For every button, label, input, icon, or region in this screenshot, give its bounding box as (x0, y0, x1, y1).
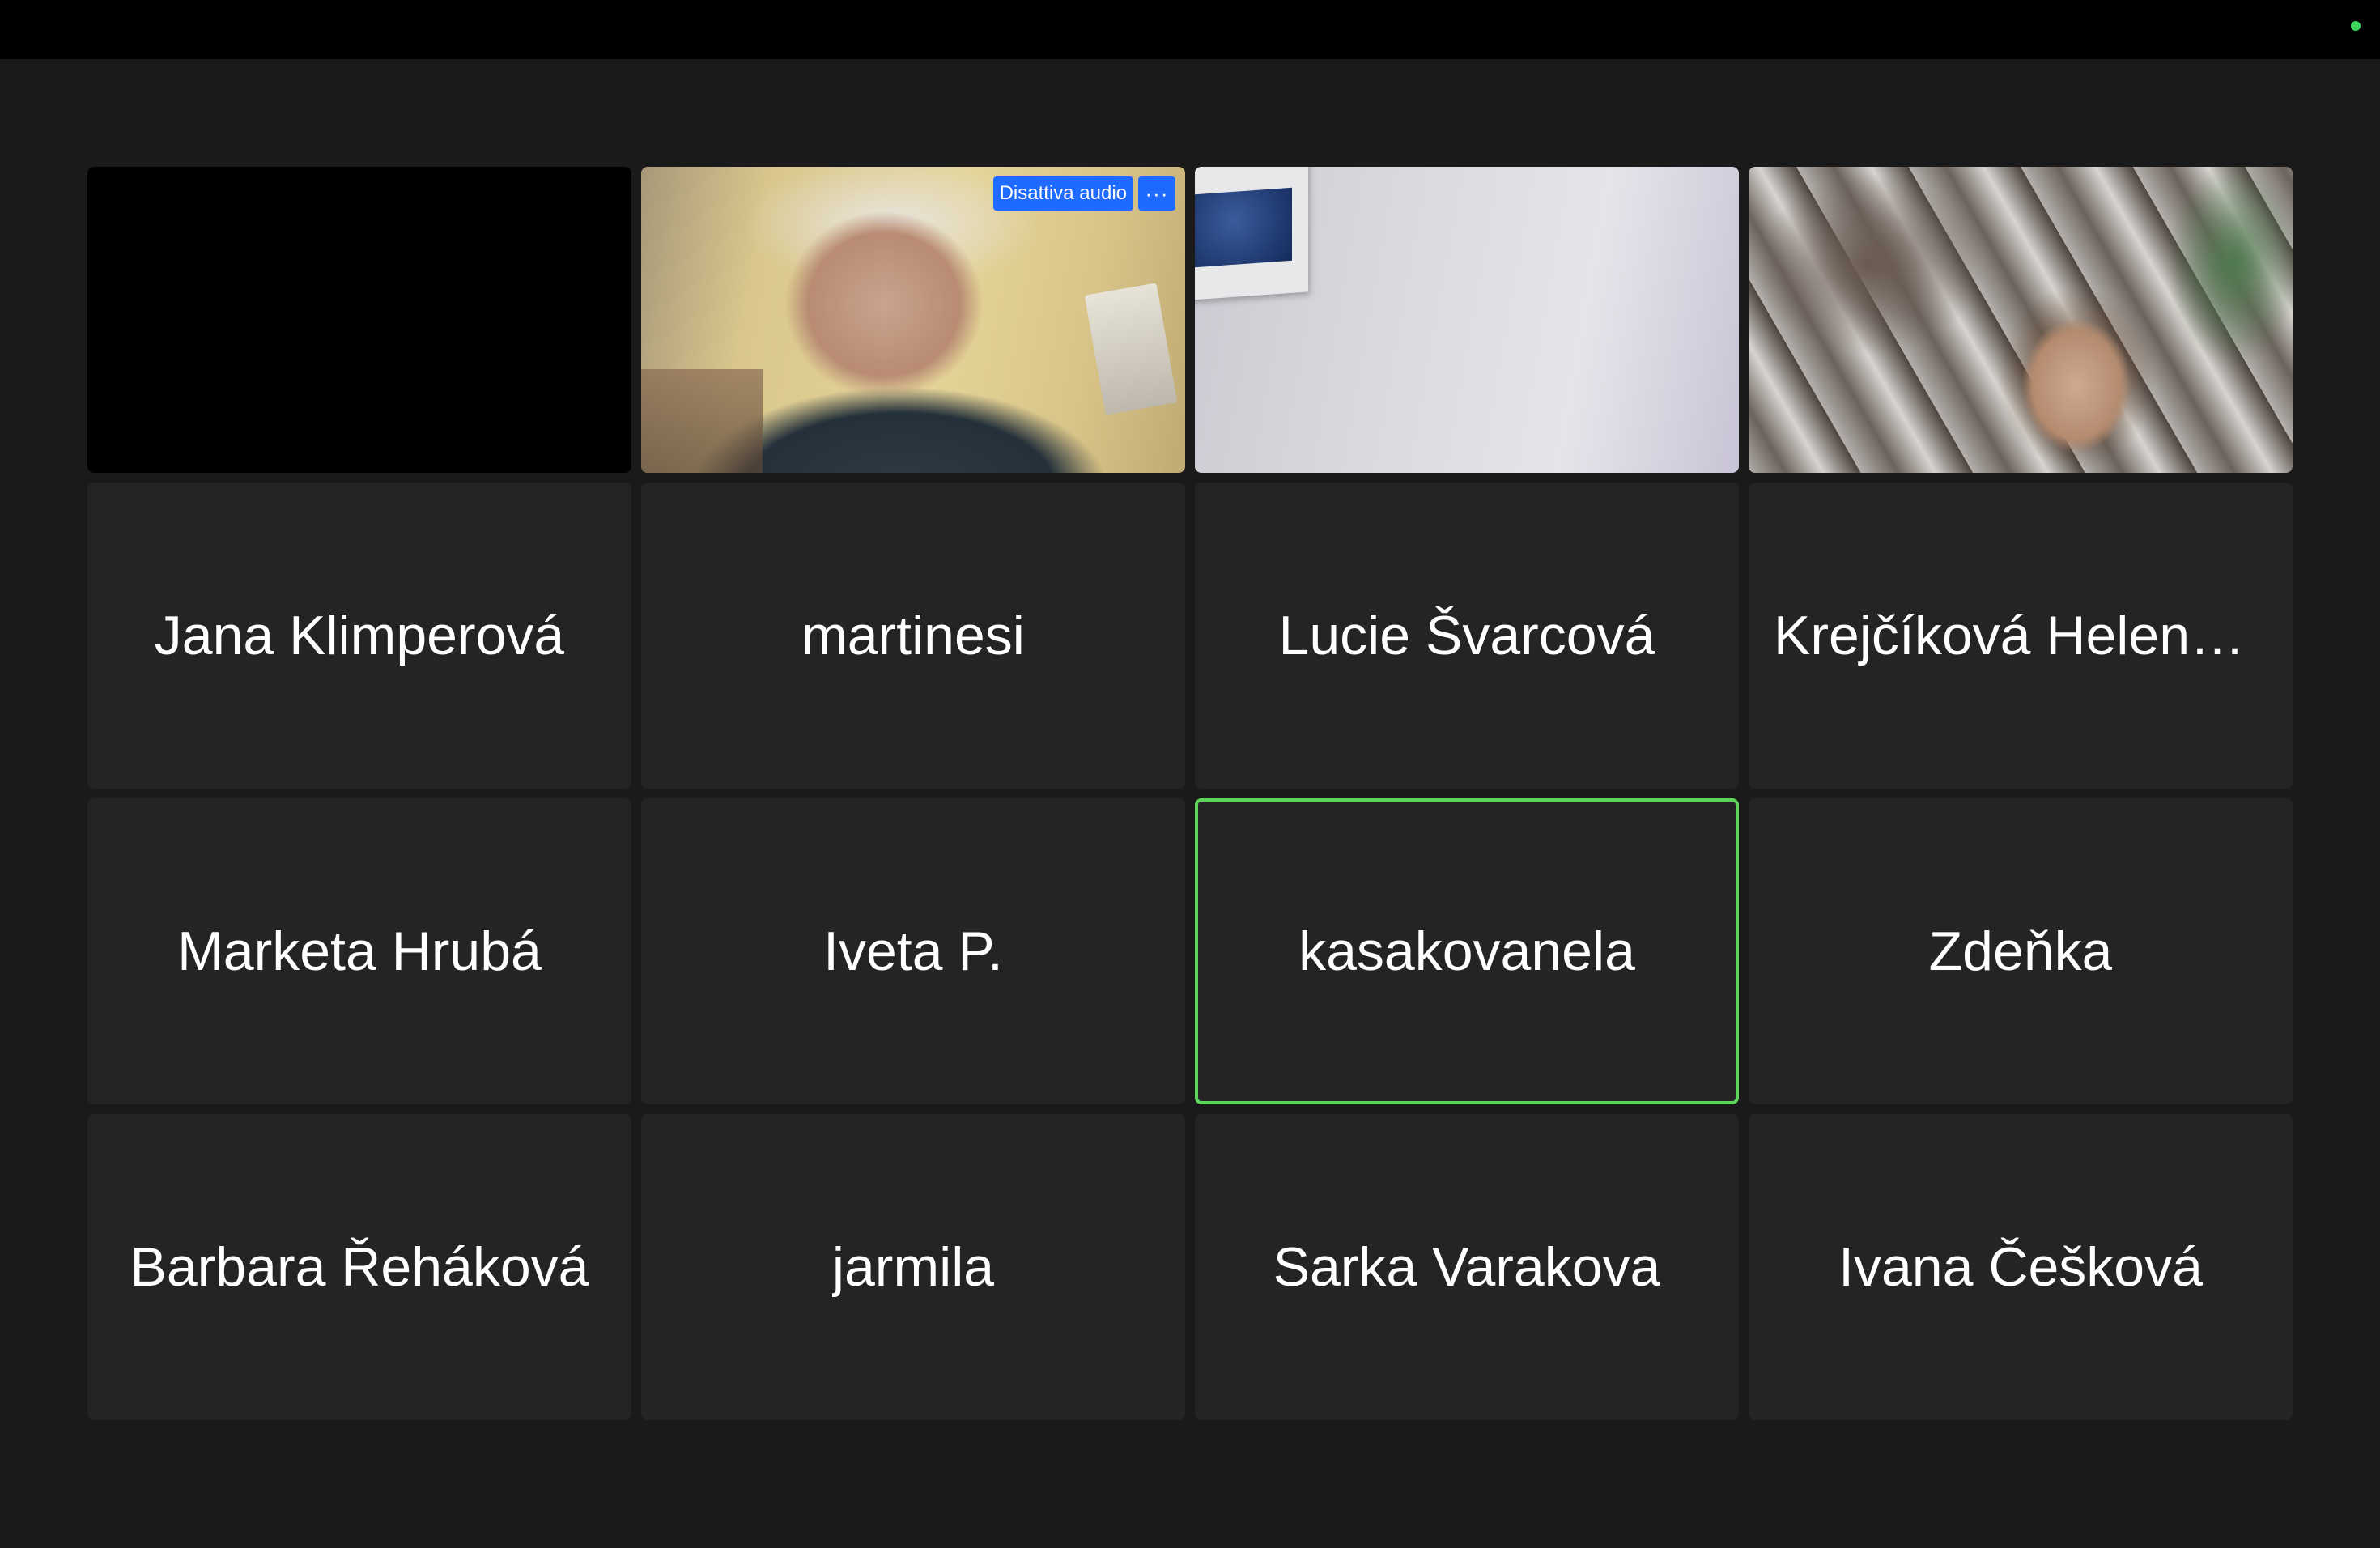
participant-tile[interactable]: Zdeňka (1749, 798, 2293, 1104)
more-options-button[interactable]: ··· (1138, 176, 1175, 211)
background-calendar (1084, 283, 1178, 415)
participant-tile[interactable]: Krejčíková Helena,... (1749, 483, 2293, 789)
participant-tile[interactable]: Jana Klimperová (87, 483, 631, 789)
participant-tile[interactable]: Sarka Varakova (1195, 1114, 1739, 1420)
participant-tile[interactable]: Barbara Řeháková (87, 1114, 631, 1420)
background-shelf (641, 369, 763, 473)
gallery-grid: Disattiva audio ··· Jana Klimperová mart… (87, 167, 2293, 1420)
participant-name: jarmila (831, 1236, 995, 1298)
tile-overlay-controls: Disattiva audio ··· (992, 176, 1175, 211)
participant-name: martinesi (801, 605, 1025, 666)
participant-name: Krejčíková Helena,... (1774, 605, 2267, 666)
participant-video (1749, 167, 2293, 473)
participant-tile[interactable]: jarmila (641, 1114, 1185, 1420)
recording-status-indicator (2351, 21, 2361, 31)
participant-name: Barbara Řeháková (130, 1236, 589, 1298)
participant-name: Iveta P. (823, 921, 1003, 982)
participant-name: kasakovanela (1298, 921, 1635, 982)
mute-audio-button[interactable]: Disattiva audio (992, 176, 1133, 211)
participant-tile[interactable]: martinesi (641, 483, 1185, 789)
participant-name: Jana Klimperová (154, 605, 565, 666)
participant-name: Lucie Švarcová (1278, 605, 1655, 666)
background-picture-frame (1195, 167, 1308, 301)
participant-name: Sarka Varakova (1273, 1236, 1661, 1298)
participant-video (641, 167, 1185, 473)
participant-tile[interactable]: Marketa Hrubá (87, 798, 631, 1104)
video-tile-camera-off[interactable] (87, 167, 631, 473)
participant-name: Ivana Češková (1838, 1236, 2203, 1298)
video-tile-participant[interactable] (1195, 167, 1739, 473)
participant-tile-active-speaker[interactable]: kasakovanela (1195, 798, 1739, 1104)
participant-tile[interactable]: Iveta P. (641, 798, 1185, 1104)
video-tile-participant[interactable]: Disattiva audio ··· (641, 167, 1185, 473)
top-bar (0, 0, 2380, 59)
participant-tile[interactable]: Ivana Češková (1749, 1114, 2293, 1420)
video-tile-participant[interactable] (1749, 167, 2293, 473)
participant-video (1195, 167, 1739, 473)
participant-name: Zdeňka (1928, 921, 2113, 982)
participant-name: Marketa Hrubá (177, 921, 542, 982)
participant-tile[interactable]: Lucie Švarcová (1195, 483, 1739, 789)
